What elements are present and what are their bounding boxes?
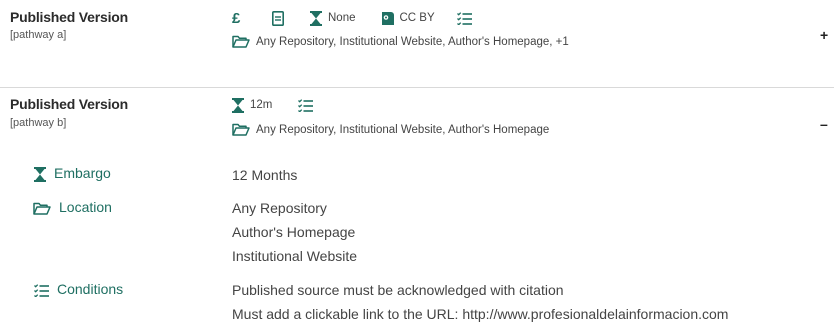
hourglass-icon	[232, 97, 244, 113]
hourglass-icon	[310, 10, 322, 26]
folder-icon	[232, 35, 256, 48]
embargo-value: 12 Months	[232, 167, 298, 183]
conditions-values: Published source must be acknowledged wi…	[232, 278, 728, 326]
condition-item: Published source must be acknowledged wi…	[232, 282, 564, 298]
pathway-a-subtitle: [pathway a]	[10, 29, 67, 41]
license-icon	[380, 11, 395, 26]
location-value: Author's Homepage	[232, 224, 356, 240]
embargo-label: Embargo	[34, 165, 111, 182]
location-values: Any Repository Author's Homepage Institu…	[232, 196, 357, 268]
location-label-text: Location	[59, 199, 112, 215]
hourglass-icon	[34, 165, 54, 182]
pathway-a-embargo: None	[328, 12, 356, 24]
pathway-a-license: CC BY	[399, 12, 435, 24]
pathway-a-icon-row: £ None CC BY	[232, 9, 472, 27]
location-value: Institutional Website	[232, 248, 358, 264]
pound-fee-icon: £	[232, 9, 241, 27]
folder-icon	[33, 199, 59, 215]
pathway-b-title: Published Version	[10, 96, 128, 112]
folder-icon	[232, 123, 256, 136]
collapse-toggle-button[interactable]: –	[820, 116, 828, 132]
embargo-label-text: Embargo	[54, 165, 111, 182]
pathway-b-icon-row: 12m	[232, 96, 314, 114]
pathway-b-subtitle: [pathway b]	[10, 117, 67, 129]
pathway-b-locations-text: Any Repository, Institutional Website, A…	[256, 123, 550, 136]
pathway-a-title: Published Version	[10, 9, 128, 25]
condition-item: Must add a clickable link to the URL: ht…	[232, 306, 729, 322]
pathway-a-locations-text: Any Repository, Institutional Website, A…	[256, 35, 569, 48]
pathway-b-embargo: 12m	[250, 99, 273, 111]
location-value: Any Repository	[232, 200, 327, 216]
document-icon	[272, 10, 310, 26]
pathway-a-locations: Any Repository, Institutional Website, A…	[232, 35, 569, 48]
pathway-b-locations: Any Repository, Institutional Website, A…	[232, 123, 549, 136]
conditions-label-text: Conditions	[57, 281, 124, 297]
divider	[0, 87, 834, 88]
location-label: Location	[33, 199, 112, 215]
conditions-label: Conditions	[34, 281, 123, 297]
conditions-list-icon	[456, 11, 472, 25]
conditions-list-icon	[34, 281, 57, 297]
expand-toggle-button[interactable]: +	[820, 27, 828, 43]
conditions-list-icon	[298, 98, 314, 112]
